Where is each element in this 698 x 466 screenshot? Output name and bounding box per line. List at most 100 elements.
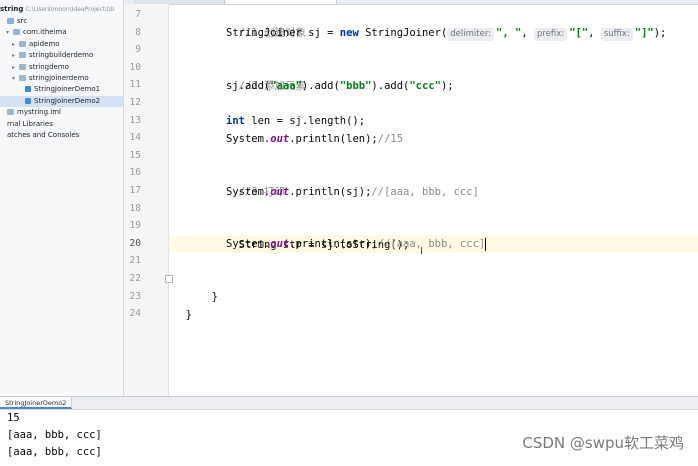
code-line-10: //2.添加元素: [226, 59, 306, 92]
chevron-right-icon[interactable]: ▸: [12, 50, 19, 61]
line-number: 11: [129, 79, 141, 91]
tree-item[interactable]: StringJoinerDemo1: [0, 84, 123, 95]
run-tab[interactable]: StringJoinerDemo2: [0, 397, 73, 409]
tree-item-label: src: [17, 17, 28, 25]
code-keyword: new: [339, 27, 359, 39]
tree-item-label: apidemo: [29, 39, 60, 48]
tree-root[interactable]: string C:\Users\moon\IdeaProjects\b: [0, 4, 114, 15]
tree-item-label: StringJoinerDemo2: [34, 96, 101, 105]
tree-item[interactable]: ▸ stringdemo: [0, 62, 123, 73]
code-text: len = sj.length();: [244, 115, 366, 127]
tree-item[interactable]: src: [0, 16, 123, 27]
param-hint-delimiter: delimiter:: [447, 28, 495, 41]
iml-file-icon: [7, 109, 14, 116]
tree-item-label: stringjoinerdemo: [29, 74, 89, 82]
code-line-20: System.out.println(str);//[aaa, bbb, ccc…: [226, 235, 487, 253]
code-text: System.: [226, 238, 271, 250]
code-text: }: [211, 291, 218, 303]
tree-item-label: rnal Libraries: [7, 119, 53, 128]
code-text: ,: [588, 27, 601, 39]
code-line-22: }: [199, 270, 218, 303]
chevron-right-icon[interactable]: ▸: [12, 62, 19, 73]
console-output-line: [aaa, bbb, ccc]: [7, 446, 102, 458]
text-caret: [485, 237, 487, 251]
code-keyword: int: [226, 115, 245, 127]
tree-item-label: mystring.iml: [17, 108, 61, 117]
code-string: "ccc": [409, 80, 441, 92]
line-number: 7: [135, 9, 141, 20]
code-line-7: //1.创建对象: [226, 6, 306, 39]
line-number: 22: [129, 273, 141, 284]
class-icon: [25, 86, 31, 93]
line-number: 23: [129, 290, 141, 302]
code-string: "]": [634, 27, 654, 39]
code-text: .println(len);: [289, 133, 378, 145]
tree-item-label: StringJoinerDemo1: [34, 85, 101, 94]
tree-item[interactable]: mystring.iml: [0, 107, 123, 118]
tree-item[interactable]: ▸ stringbuilderdemo: [0, 50, 123, 61]
code-line-19: String str = sj.toString();: [226, 218, 410, 251]
tree-item-label: com.itheima: [23, 28, 67, 37]
tree-item[interactable]: ▾ com.itheima: [0, 27, 123, 38]
code-line-13: int len = sj.length();: [226, 112, 365, 130]
line-number: 9: [135, 44, 141, 56]
code-text: StringJoiner(: [358, 27, 448, 39]
tree-item-label: stringbuilderdemo: [29, 51, 94, 60]
class-icon: [25, 97, 31, 104]
code-string: "bbb": [339, 80, 372, 92]
code-static-field: out: [270, 186, 290, 198]
line-number: 15: [129, 149, 141, 161]
tree-item[interactable]: ▾ stringjoinerdemo: [0, 73, 123, 84]
line-number: 13: [129, 114, 141, 126]
line-number: 19: [129, 220, 141, 232]
code-static-field: out: [270, 133, 290, 145]
line-number: 20: [129, 237, 141, 249]
tree-item-label: stringdemo: [29, 62, 69, 71]
console-output-line: 15: [7, 412, 20, 424]
project-tree: string C:\Users\moon\IdeaProjects\b src ▾…: [0, 0, 124, 396]
line-number: 10: [129, 61, 141, 73]
line-number: 12: [129, 97, 141, 108]
line-number: 8: [135, 26, 141, 38]
code-text: sj.add(: [226, 80, 271, 92]
tree-root-label: string: [0, 5, 24, 13]
package-icon: [19, 75, 26, 81]
code-line-14: System.out.println(len);//15: [226, 130, 403, 148]
tree-item[interactable]: atches and Consoles: [0, 130, 123, 141]
chevron-right-icon[interactable]: ▸: [12, 39, 19, 50]
code-text: }: [185, 309, 192, 321]
code-text: ,: [521, 27, 534, 39]
param-hint-prefix: prefix:: [534, 28, 568, 41]
tree-root-path: C:\Users\moon\IdeaProjects\b: [25, 6, 115, 13]
run-panel-header: StringJoinerDemo2: [0, 396, 698, 410]
code-string: "[": [569, 27, 589, 39]
code-string: ", ": [496, 27, 522, 39]
line-number: 17: [129, 185, 141, 196]
code-text: );: [440, 80, 454, 92]
line-number: 16: [129, 167, 141, 179]
code-text: .println(str);: [289, 238, 378, 250]
watermark: CSDN @swpu软工菜鸡: [522, 434, 684, 452]
code-line-23: }: [173, 288, 192, 321]
tree-item[interactable]: rnal Libraries: [0, 119, 123, 130]
console-output-line: [aaa, bbb, ccc]: [7, 429, 102, 441]
package-icon: [13, 29, 20, 36]
code-text: );: [653, 27, 667, 39]
line-number: 14: [129, 132, 141, 144]
code-line-11: sj.add("aaa").add("bbb").add("ccc");: [226, 77, 454, 95]
chevron-down-icon[interactable]: ▾: [6, 27, 13, 38]
line-number: 24: [129, 308, 141, 320]
package-icon: [19, 63, 26, 70]
code-text: System.: [226, 186, 271, 198]
code-line-16: //3.打印: [226, 165, 285, 198]
folder-icon: [7, 18, 14, 24]
code-text: .println(sj);: [289, 186, 372, 198]
code-static-field: out: [270, 238, 290, 250]
param-hint-suffix: suffix:: [600, 28, 633, 41]
tree-item[interactable]: StringJoinerDemo2: [0, 95, 123, 107]
line-number: 21: [129, 255, 141, 267]
tree-item[interactable]: ▸ apidemo: [0, 39, 123, 50]
code-comment: //[aaa, bbb, ccc]: [377, 238, 486, 250]
chevron-down-icon[interactable]: ▾: [12, 73, 19, 84]
code-comment: //15: [377, 133, 404, 145]
